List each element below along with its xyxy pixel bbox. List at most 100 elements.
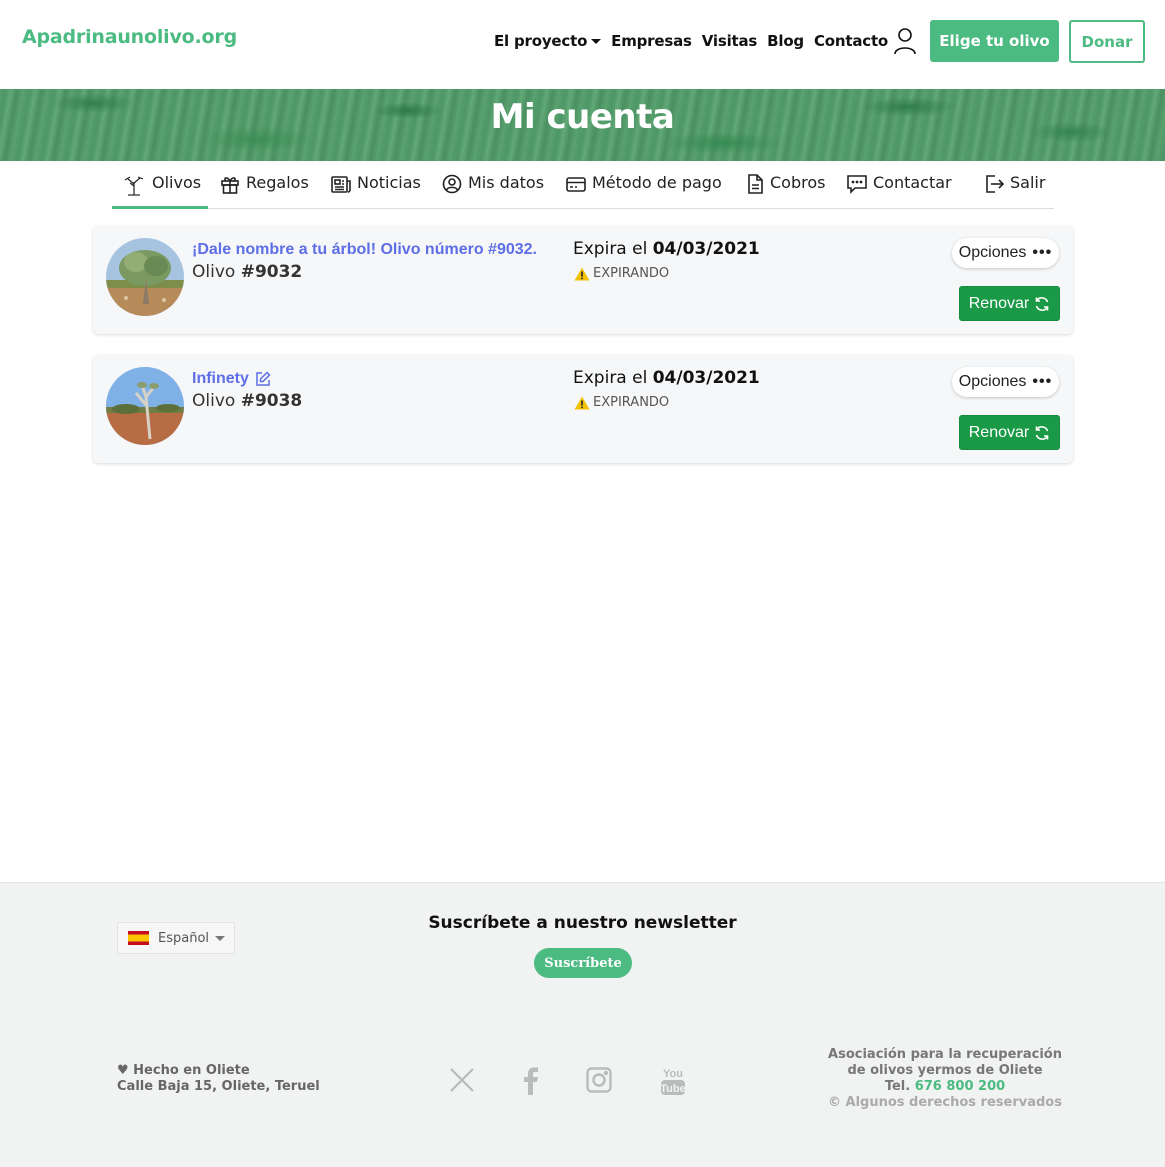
- expiry-date: 04/03/2021: [652, 239, 760, 259]
- user-circle-icon: [442, 174, 462, 194]
- document-icon: [748, 174, 763, 194]
- warning-icon: [574, 396, 590, 409]
- tree-name-link[interactable]: Infinety: [192, 370, 271, 388]
- subscribe-button[interactable]: Suscríbete: [534, 948, 632, 978]
- footer-association: Asociación para la recuperación de olivo…: [820, 1047, 1070, 1111]
- renew-label: Renovar: [968, 294, 1030, 312]
- renew-button[interactable]: Renovar: [959, 415, 1060, 450]
- tab-cobros-label: Cobros: [770, 173, 826, 192]
- tab-regalos-label: Regalos: [246, 173, 309, 192]
- tab-olivos[interactable]: Olivos: [112, 173, 208, 209]
- tab-olivos-label: Olivos: [152, 173, 202, 192]
- status-text: EXPIRANDO: [593, 266, 670, 281]
- tab-mis-datos-label: Mis datos: [468, 173, 545, 192]
- tab-mis-datos[interactable]: Mis datos: [442, 173, 544, 209]
- nav-blog[interactable]: Blog: [767, 32, 804, 50]
- status-badge: EXPIRANDO: [574, 266, 669, 281]
- facebook-icon[interactable]: [520, 1067, 540, 1095]
- rights-text: © Algunos derechos reservados: [828, 1095, 1062, 1110]
- tab-metodo-de-pago-label: Método de pago: [592, 173, 722, 192]
- tree-number: Olivo #9038: [192, 391, 302, 411]
- main-nav: El proyecto Empresas Visitas Blog Contac…: [494, 28, 898, 54]
- options-label: Opciones: [958, 373, 1027, 390]
- nav-contacto[interactable]: Contacto: [814, 32, 888, 50]
- tab-contactar-label: Contactar: [873, 173, 952, 192]
- svg-text:Tube: Tube: [660, 1083, 685, 1095]
- tab-cobros[interactable]: Cobros: [746, 173, 825, 209]
- page-title: Mi cuenta: [490, 97, 675, 137]
- tree-number-value: #9038: [240, 391, 303, 411]
- tab-regalos[interactable]: Regalos: [220, 173, 309, 209]
- newspaper-icon: [331, 176, 351, 193]
- tree-number: Olivo #9032: [192, 262, 302, 282]
- tab-noticias-label: Noticias: [357, 173, 421, 192]
- tree-name-link[interactable]: ¡Dale nombre a tu árbol! Olivo número #9…: [192, 241, 537, 259]
- caret-down-icon: [215, 935, 226, 941]
- gift-icon: [221, 177, 239, 194]
- phone-number[interactable]: 676 800 200: [915, 1079, 1005, 1094]
- choose-olive-button[interactable]: Elige tu olivo: [930, 20, 1059, 62]
- status-text: EXPIRANDO: [593, 395, 670, 410]
- phone-info: Tel. 676 800 200: [820, 1079, 1070, 1095]
- tree-photo[interactable]: [106, 367, 184, 445]
- credit-card-icon: [566, 177, 586, 192]
- footer-location: ♥ Hecho en Oliete Calle Baja 15, Oliete,…: [117, 1063, 320, 1095]
- more-dots-icon: •••: [1032, 373, 1053, 390]
- donate-button[interactable]: Donar: [1069, 20, 1145, 63]
- olive-tree-image: [106, 367, 184, 445]
- expiry-date: 04/03/2021: [652, 368, 760, 388]
- refresh-icon: [1035, 425, 1049, 440]
- renew-button[interactable]: Renovar: [959, 286, 1060, 321]
- site-footer: Español Suscríbete a nuestro newsletter …: [0, 882, 1165, 1167]
- expiry-prefix: Expira el: [573, 368, 653, 388]
- tree-card: ¡Dale nombre a tu árbol! Olivo número #9…: [93, 226, 1073, 334]
- association-line-1: Asociación para la recuperación: [828, 1047, 1062, 1062]
- tree-number-prefix: Olivo: [192, 262, 241, 282]
- tab-salir[interactable]: Salir: [984, 173, 1045, 209]
- svg-text:You: You: [663, 1068, 683, 1080]
- spain-flag-icon: [128, 931, 149, 945]
- renew-label: Renovar: [968, 423, 1030, 441]
- phone-prefix: Tel.: [884, 1079, 915, 1094]
- nav-el-proyecto-label: El proyecto: [494, 32, 588, 50]
- site-header: Apadrinaunolivo.org El proyecto Empresas…: [0, 0, 1165, 89]
- newsletter-title: Suscríbete a nuestro newsletter: [428, 913, 737, 933]
- tab-contactar[interactable]: Contactar: [847, 173, 952, 209]
- association-line-2: de olivos yermos de Oliete: [847, 1063, 1043, 1078]
- status-badge: EXPIRANDO: [574, 395, 669, 410]
- youtube-icon[interactable]: You Tube: [660, 1065, 686, 1097]
- nav-empresas[interactable]: Empresas: [611, 32, 692, 50]
- tab-noticias[interactable]: Noticias: [331, 173, 421, 209]
- x-icon[interactable]: [449, 1067, 475, 1093]
- tree-number-prefix: Olivo: [192, 391, 241, 411]
- tree-photo[interactable]: [106, 238, 184, 316]
- site-logo[interactable]: Apadrinaunolivo.org: [22, 26, 237, 48]
- tree-card: Infinety Olivo #9038 Expira el 04/03/202…: [93, 355, 1073, 463]
- chat-icon: [847, 175, 867, 194]
- nav-el-proyecto[interactable]: El proyecto: [494, 32, 602, 50]
- address-text: Calle Baja 15, Oliete, Teruel: [117, 1079, 320, 1094]
- caret-down-icon: [591, 38, 602, 44]
- tree-name-text: Infinety: [192, 370, 249, 387]
- account-tabs: Olivos Regalos Noticias Mis datos Método…: [112, 161, 1054, 209]
- nav-visitas[interactable]: Visitas: [702, 32, 758, 50]
- tree-icon: [124, 176, 144, 196]
- tab-metodo-de-pago[interactable]: Método de pago: [566, 173, 722, 209]
- tree-name-text: ¡Dale nombre a tu árbol! Olivo número #9…: [192, 241, 537, 258]
- more-dots-icon: •••: [1032, 244, 1053, 261]
- edit-icon[interactable]: [255, 371, 271, 387]
- page-banner: Mi cuenta: [0, 89, 1165, 161]
- instagram-icon[interactable]: [586, 1067, 612, 1093]
- tree-number-value: #9032: [240, 262, 303, 282]
- options-label: Opciones: [958, 244, 1027, 261]
- warning-icon: [574, 267, 590, 280]
- expiry-info: Expira el 04/03/2021: [573, 239, 760, 259]
- options-button[interactable]: Opciones •••: [952, 367, 1059, 397]
- user-icon[interactable]: [893, 27, 917, 55]
- olive-tree-image: [106, 238, 184, 316]
- refresh-icon: [1035, 296, 1049, 311]
- options-button[interactable]: Opciones •••: [952, 238, 1059, 268]
- tab-salir-label: Salir: [1010, 173, 1046, 192]
- logout-icon: [986, 175, 1004, 193]
- made-in-text: ♥ Hecho en Oliete: [117, 1063, 250, 1078]
